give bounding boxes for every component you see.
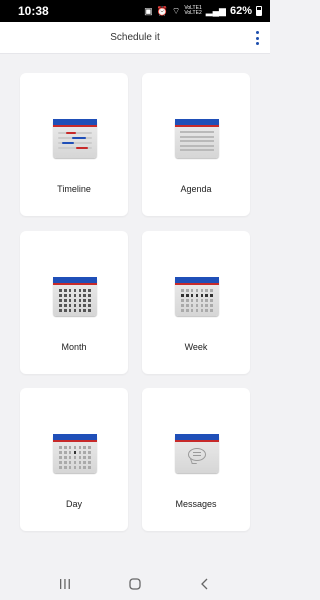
status-time: 10:38 xyxy=(18,4,49,18)
app-bar: Schedule it xyxy=(0,22,270,54)
page-title: Schedule it xyxy=(110,32,160,43)
tile-label: Month xyxy=(61,342,87,352)
wifi-icon: ⌔ xyxy=(171,5,181,16)
month-calendar-icon xyxy=(53,277,97,316)
tile-week[interactable]: Week xyxy=(142,231,250,374)
week-calendar-icon xyxy=(175,277,219,316)
tile-label: Day xyxy=(65,499,82,509)
status-bar: 10:38 ▣ ⏰ ⌔ VoLTE1 VoLTE2 ▂▄▆ 62% xyxy=(0,0,270,22)
signal-icon: ▂▄▆ xyxy=(205,5,226,16)
tile-timeline[interactable]: Timeline xyxy=(20,73,128,216)
notification-icon: ▣ xyxy=(144,5,153,16)
home-icon[interactable] xyxy=(125,574,145,594)
timeline-calendar-icon xyxy=(53,119,97,158)
volte-icon: VoLTE1 VoLTE2 xyxy=(184,5,202,17)
tile-messages[interactable]: Messages xyxy=(142,388,250,531)
recents-icon[interactable] xyxy=(55,574,75,594)
tile-label: Timeline xyxy=(57,184,91,194)
tile-label: Agenda xyxy=(180,184,212,194)
battery-icon xyxy=(256,6,262,16)
volte-2-label: VoLTE2 xyxy=(184,10,202,16)
status-icons: ▣ ⏰ ⌔ VoLTE1 VoLTE2 ▂▄▆ 62% xyxy=(144,5,262,17)
tile-label: Week xyxy=(184,342,208,352)
tile-label: Messages xyxy=(175,499,217,509)
tile-agenda[interactable]: Agenda xyxy=(142,73,250,216)
day-calendar-icon xyxy=(53,434,97,473)
system-nav-bar xyxy=(0,568,270,600)
tile-month[interactable]: Month xyxy=(20,231,128,374)
agenda-calendar-icon xyxy=(175,119,219,158)
battery-percent: 62% xyxy=(229,5,252,17)
chat-bubble-icon xyxy=(188,448,206,461)
messages-calendar-icon xyxy=(175,434,219,473)
more-vert-icon[interactable] xyxy=(254,30,260,46)
back-icon[interactable] xyxy=(195,574,215,594)
alarm-icon: ⏰ xyxy=(156,5,168,16)
tile-day[interactable]: Day xyxy=(20,388,128,531)
